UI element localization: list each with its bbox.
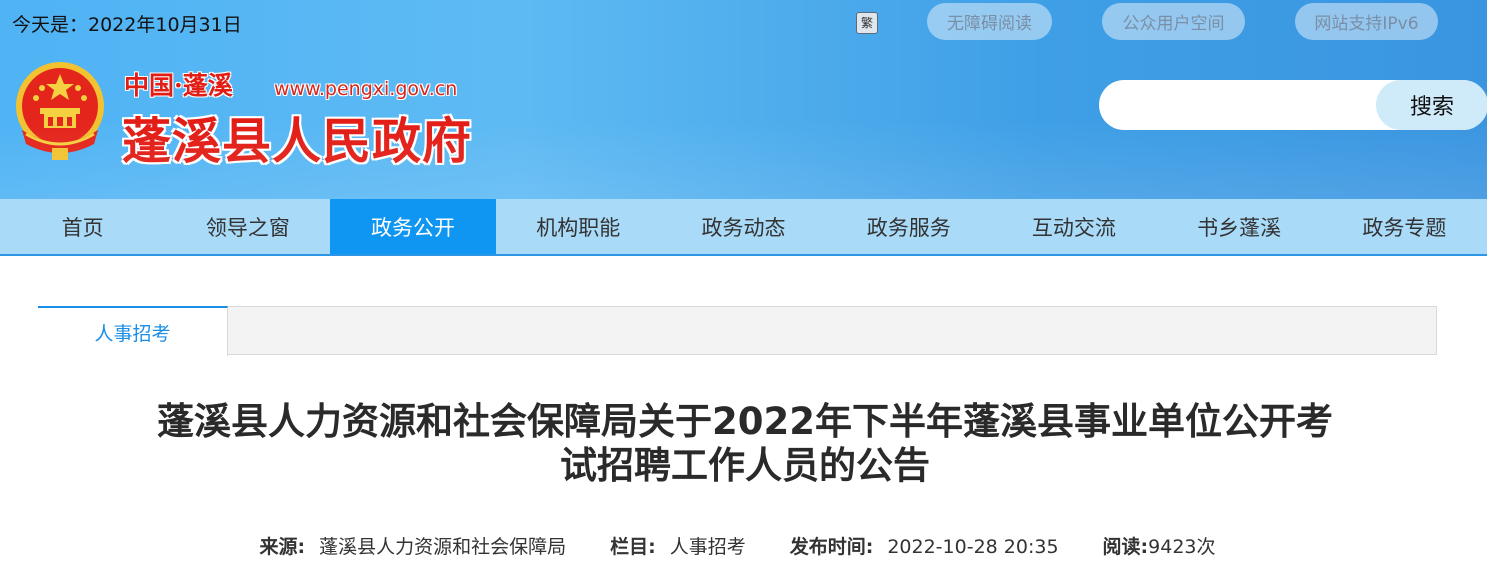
category-tab-bar: 人事招考 — [38, 306, 1437, 356]
nav-government-affairs-open[interactable]: 政务公开 — [330, 199, 496, 254]
site-title-logo[interactable]: 蓬溪县人民政府 — [122, 102, 472, 173]
site-url[interactable]: www.pengxi.gov.cn — [274, 78, 457, 100]
ipv6-support-button[interactable]: 网站支持IPv6 — [1295, 3, 1438, 40]
font-switch-label: 繁 — [860, 16, 873, 30]
article-meta: 来源: 蓬溪县人力资源和社会保障局 栏目: 人事招考 发布时间: 2022-10-28… — [0, 532, 1475, 559]
meta-source-label: 来源: — [259, 536, 306, 558]
nav-special-topics[interactable]: 政务专题 — [1322, 199, 1487, 254]
meta-column-label: 栏目: — [610, 536, 656, 558]
traditional-chinese-toggle[interactable]: 繁 — [856, 12, 878, 34]
public-user-space-button[interactable]: 公众用户空间 — [1102, 3, 1245, 40]
meta-read-count: 阅读:9423次 — [1103, 532, 1216, 559]
meta-column: 栏目: 人事招考 — [610, 532, 746, 559]
meta-column-value[interactable]: 人事招考 — [670, 536, 746, 558]
nav-home[interactable]: 首页 — [0, 199, 165, 254]
meta-time-value: 2022-10-28 20:35 — [887, 536, 1059, 558]
search-button[interactable]: 搜索 — [1376, 80, 1487, 130]
current-date: 今天是：2022年10月31日 — [12, 14, 242, 36]
search-box: 搜索 — [1099, 80, 1487, 130]
nav-government-news[interactable]: 政务动态 — [661, 199, 826, 254]
meta-time-label: 发布时间: — [789, 536, 874, 558]
tab-personnel-recruitment[interactable]: 人事招考 — [38, 306, 228, 356]
meta-read-value: 9423次 — [1148, 536, 1216, 558]
search-input[interactable] — [1117, 88, 1371, 124]
article-title-line-1: 蓬溪县人力资源和社会保障局关于2022年下半年蓬溪县事业单位公开考 — [157, 400, 1333, 443]
site-slogan: 中国·蓬溪 — [124, 71, 233, 100]
nav-institution-functions[interactable]: 机构职能 — [496, 199, 661, 254]
nav-government-services[interactable]: 政务服务 — [826, 199, 991, 254]
meta-read-label: 阅读: — [1102, 536, 1149, 558]
national-emblem-icon[interactable] — [12, 60, 108, 162]
accessibility-reading-button[interactable]: 无障碍阅读 — [927, 3, 1052, 40]
nav-bookish-pengxi[interactable]: 书乡蓬溪 — [1157, 199, 1322, 254]
article-title: 蓬溪县人力资源和社会保障局关于2022年下半年蓬溪县事业单位公开考 试招聘工作人… — [80, 400, 1410, 488]
nav-leadership[interactable]: 领导之窗 — [165, 199, 330, 254]
site-header: 今天是：2022年10月31日 繁 无障碍阅读 公众用户空间 网站支持IPv6 … — [0, 0, 1487, 200]
nav-interaction[interactable]: 互动交流 — [991, 199, 1156, 254]
article-title-line-2: 试招聘工作人员的公告 — [560, 444, 930, 487]
meta-publish-time: 发布时间: 2022-10-28 20:35 — [790, 532, 1059, 559]
meta-source-value: 蓬溪县人力资源和社会保障局 — [319, 536, 567, 558]
meta-source: 来源: 蓬溪县人力资源和社会保障局 — [259, 532, 566, 559]
main-navigation: 首页 领导之窗 政务公开 机构职能 政务动态 政务服务 互动交流 书乡蓬溪 政务… — [0, 199, 1487, 256]
